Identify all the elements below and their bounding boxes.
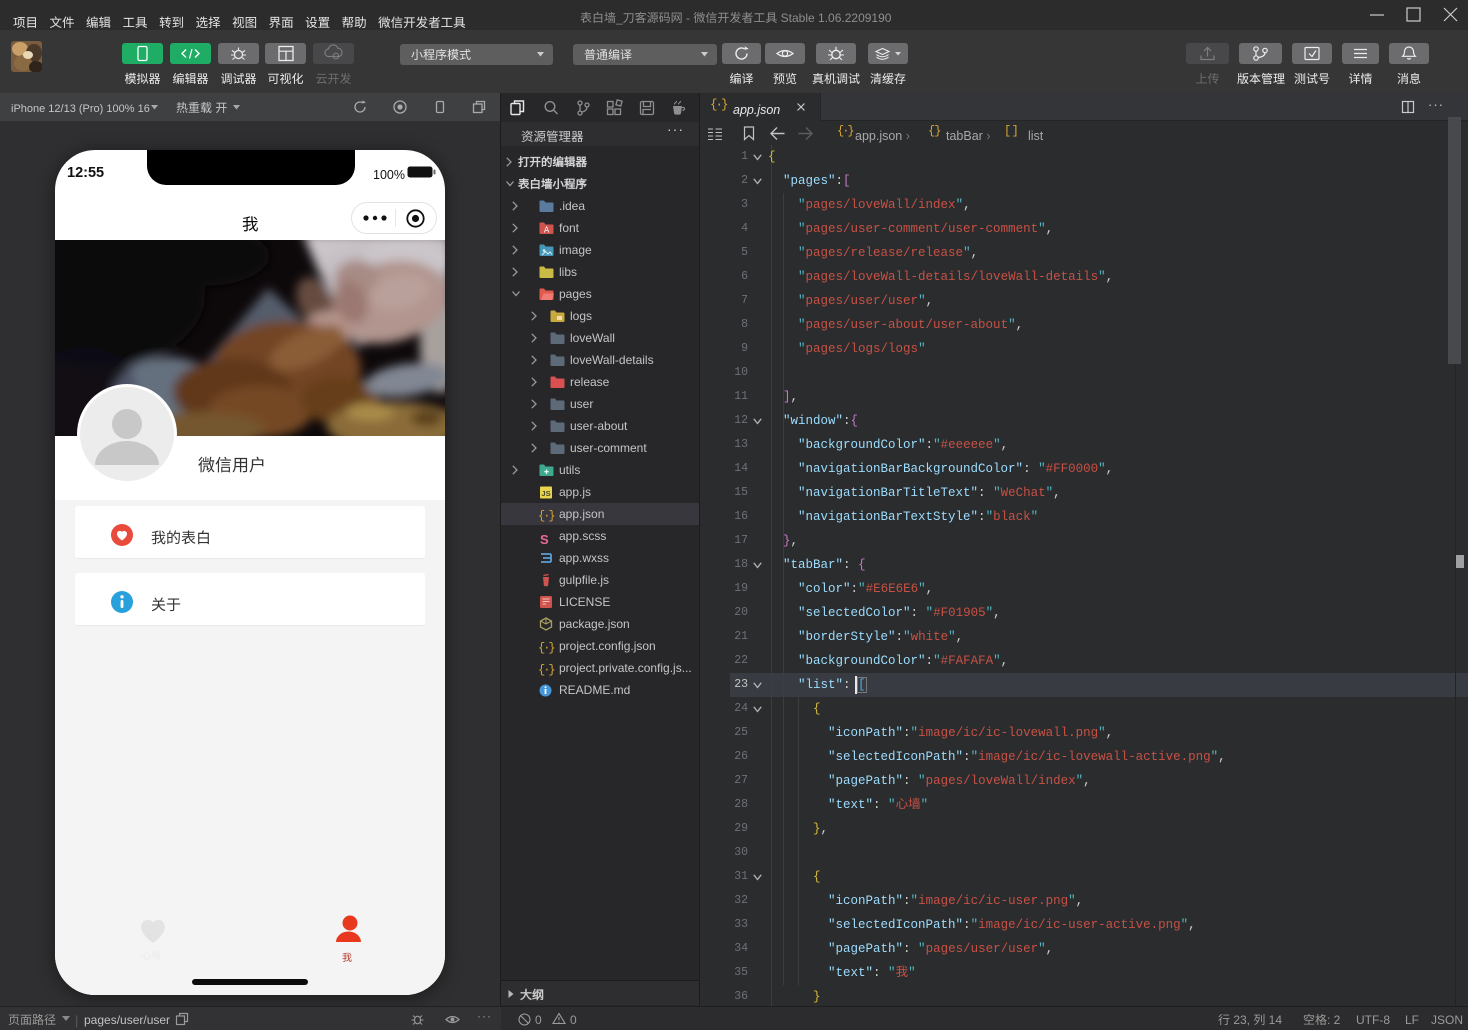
svg-text:A: A xyxy=(544,226,550,235)
svg-text:JS: JS xyxy=(541,489,550,498)
